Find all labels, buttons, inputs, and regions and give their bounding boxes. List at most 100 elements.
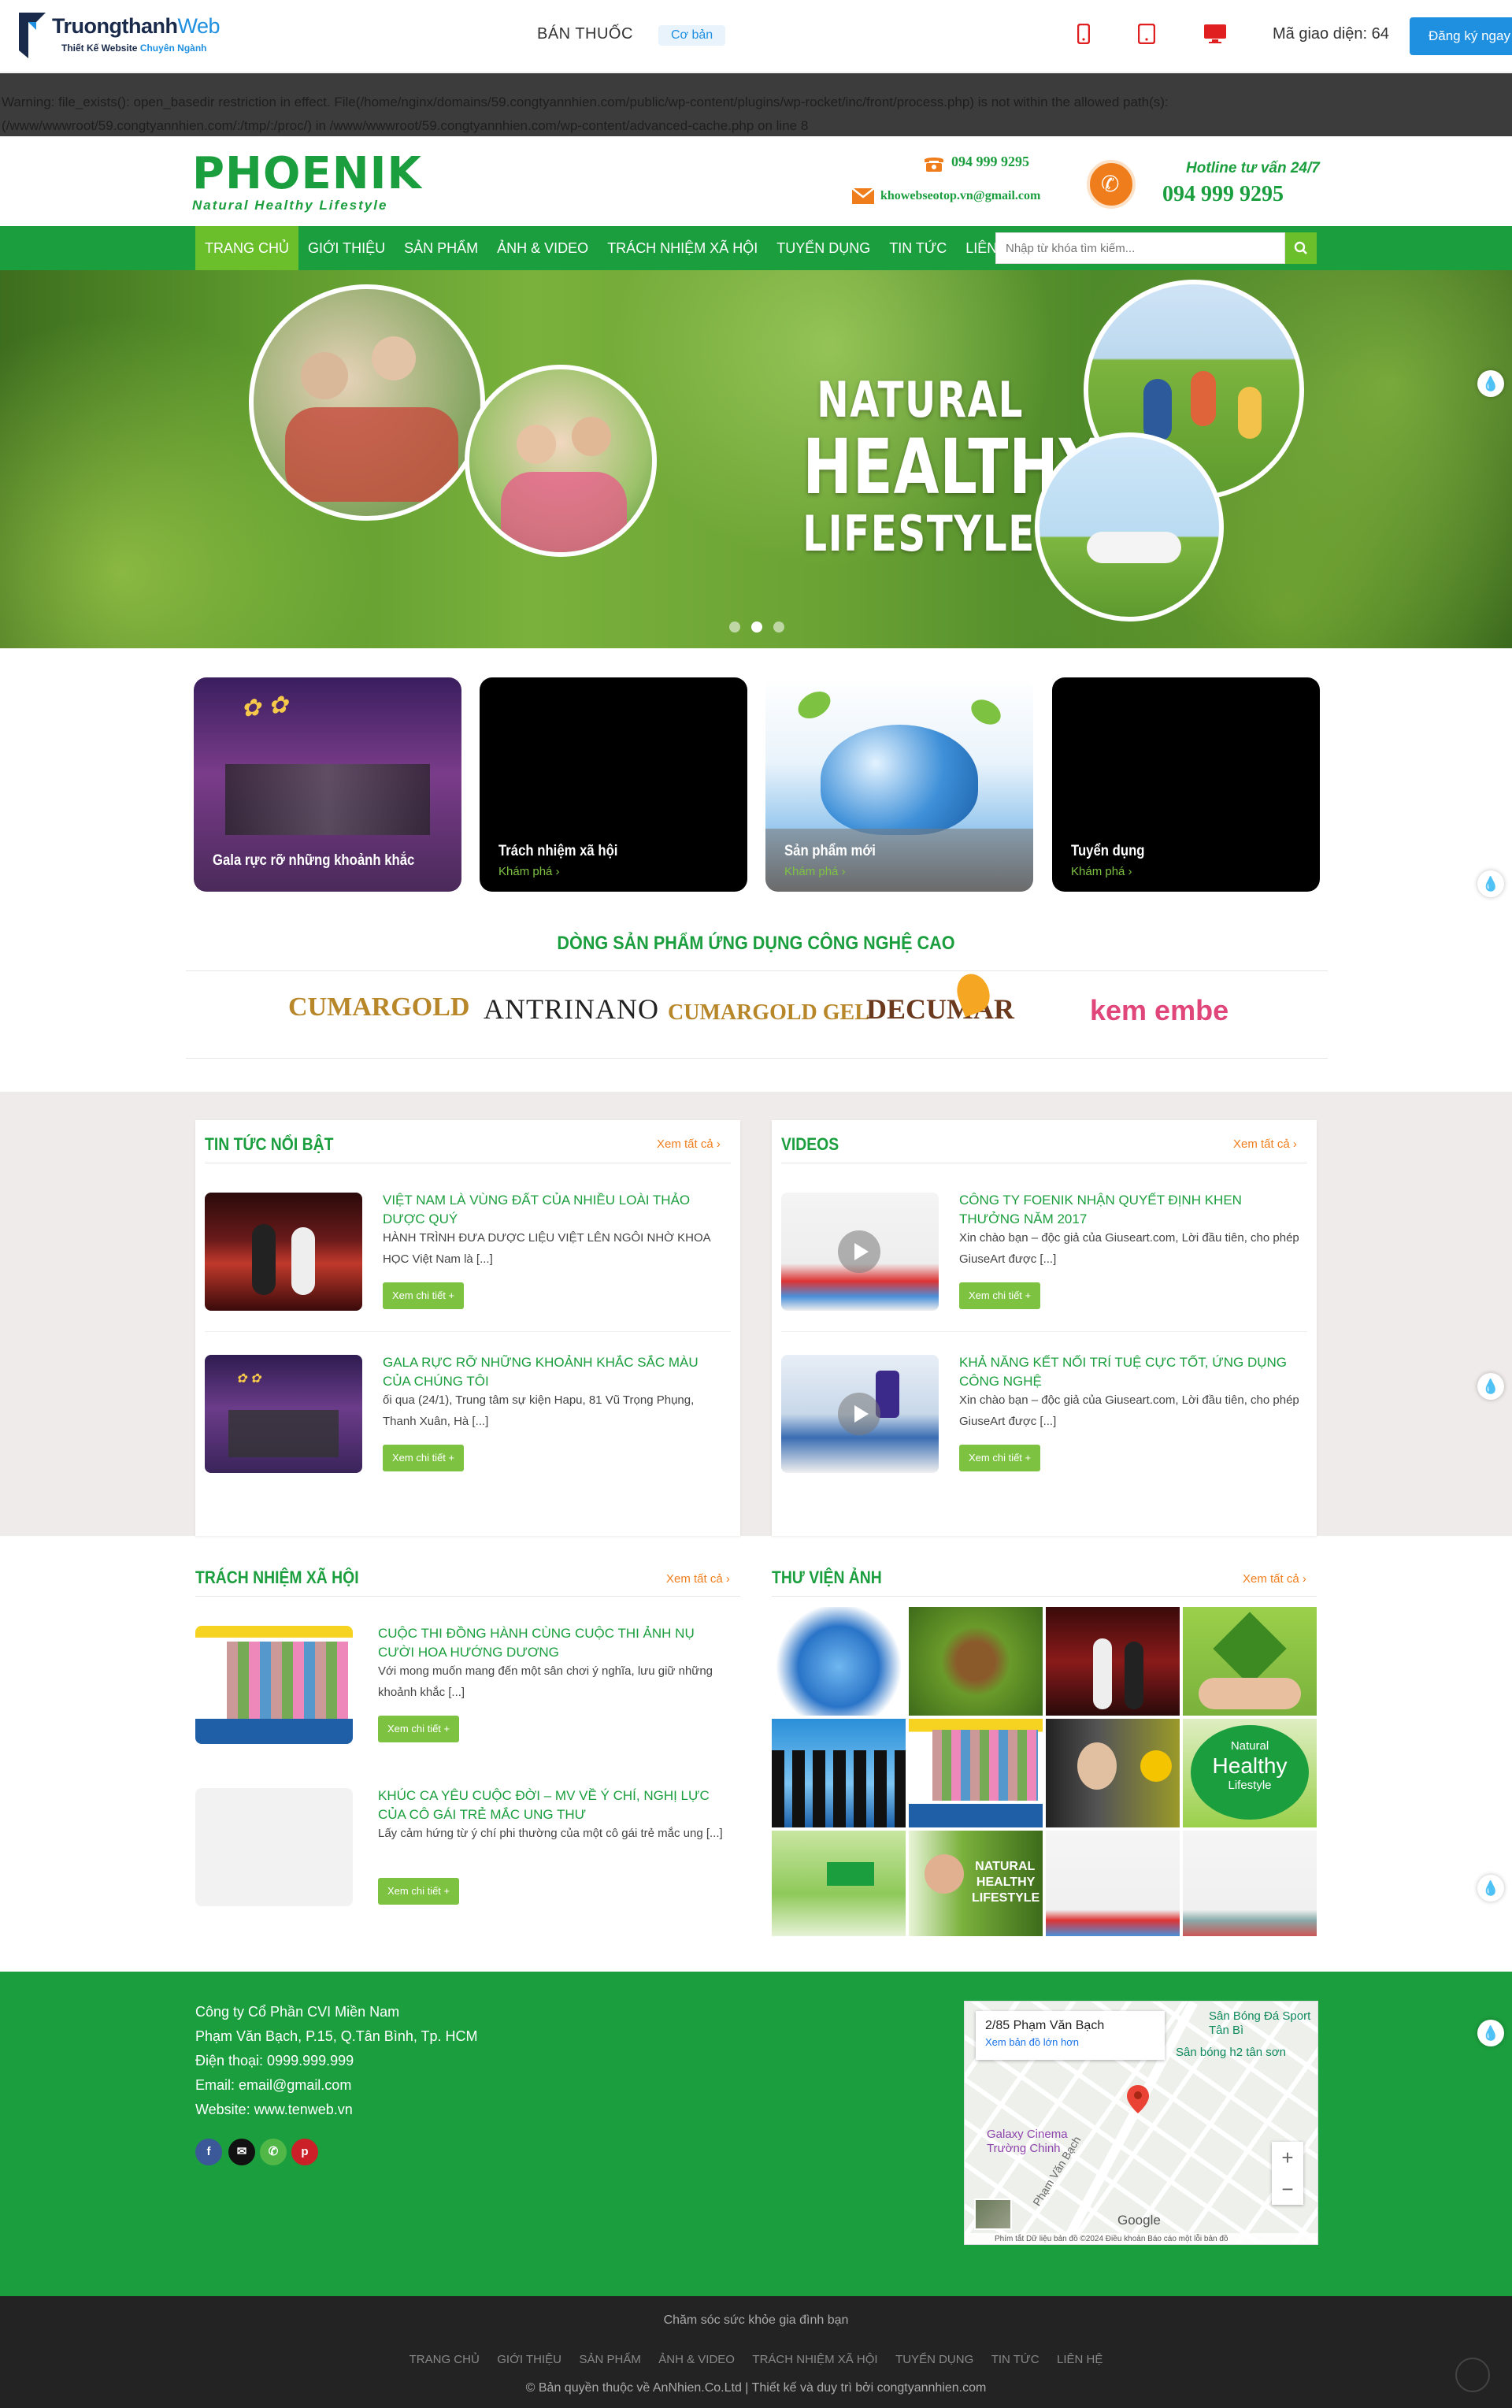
floating-chat-icon[interactable]: 💧 bbox=[1477, 2020, 1504, 2046]
mobile-view-icon[interactable] bbox=[1074, 23, 1093, 46]
map-zoom-in-icon[interactable]: + bbox=[1272, 2142, 1303, 2173]
map-satellite-thumb[interactable] bbox=[974, 2198, 1012, 2230]
floating-chat-icon[interactable]: 💧 bbox=[1477, 870, 1504, 897]
social-title: TRÁCH NHIỆM XÃ HỘI bbox=[195, 1568, 359, 1587]
theme-badge: Cơ bản bbox=[658, 25, 726, 46]
phone-icon[interactable]: ✆ bbox=[260, 2139, 287, 2165]
nav-item-products[interactable]: SẢN PHẨM bbox=[395, 226, 487, 270]
email-icon[interactable]: ✉ bbox=[228, 2139, 255, 2165]
play-icon bbox=[838, 1393, 880, 1435]
map-bigger-link[interactable]: Xem bản đồ lớn hơn bbox=[985, 2036, 1155, 2048]
nav-item-media[interactable]: ẢNH & VIDEO bbox=[487, 226, 598, 270]
hero-headline: NATURAL HEALTHY LIFESTYLE bbox=[802, 371, 1102, 562]
video-post: KHẢ NĂNG KẾT NỐI TRÍ TUỆ CỰC TỐT, ỨNG DỤ… bbox=[781, 1355, 1317, 1505]
social-see-all[interactable]: Xem tất cả › bbox=[666, 1572, 730, 1586]
brand-decumar[interactable]: DECUMAR bbox=[866, 993, 1014, 1040]
read-more-button[interactable]: Xem chi tiết + bbox=[378, 1716, 460, 1742]
gallery-image[interactable] bbox=[909, 1719, 1043, 1827]
nav-item-news[interactable]: TIN TỨC bbox=[880, 226, 956, 270]
brand-cumargold[interactable]: CUMARGOLD bbox=[288, 993, 469, 1040]
gallery-image[interactable] bbox=[772, 1607, 906, 1716]
brand-cumargold-gel[interactable]: CUMARGOLD GEL bbox=[668, 1000, 869, 1048]
read-more-button[interactable]: Xem chi tiết + bbox=[383, 1282, 465, 1309]
news-post-thumbnail[interactable]: ✿ ✿ bbox=[205, 1355, 362, 1473]
social-post: KHÚC CA YÊU CUỘC ĐỜI – MV VỀ Ý CHÍ, NGHỊ… bbox=[195, 1788, 731, 1938]
feature-card-gala[interactable]: ✿ ✿ Gala rực rỡ những khoảnh khắc bbox=[194, 677, 461, 892]
desktop-view-icon[interactable] bbox=[1203, 24, 1227, 46]
nav-item-home[interactable]: TRANG CHỦ bbox=[195, 226, 298, 270]
theme-name: BÁN THUỐC bbox=[537, 25, 633, 43]
theme-code: Mã giao diện: 64 bbox=[1273, 25, 1389, 43]
demo-topbar: TruongthanhWeb Thiết Kế Website Chuyên N… bbox=[0, 0, 1512, 72]
facebook-icon[interactable]: f bbox=[195, 2139, 222, 2165]
floating-chat-icon[interactable]: 💧 bbox=[1477, 1373, 1504, 1400]
footer-map[interactable]: 2/85 Phạm Văn Bạch Xem bản đồ lớn hơn Sâ… bbox=[964, 2001, 1318, 2245]
brand-antrinano[interactable]: ANTRINANO bbox=[484, 993, 659, 1040]
search-button[interactable] bbox=[1285, 232, 1317, 264]
floating-chat-icon[interactable]: 💧 bbox=[1477, 370, 1504, 397]
featured-news-see-all[interactable]: Xem tất cả › bbox=[657, 1137, 721, 1151]
hero-slider[interactable]: NATURAL HEALTHY LIFESTYLE bbox=[0, 270, 1512, 648]
feature-card-social[interactable]: Trách nhiệm xã hội Khám phá › bbox=[480, 677, 747, 892]
social-post-thumbnail[interactable] bbox=[195, 1626, 353, 1744]
gallery-image[interactable]: NATURAL HEALTHY LIFESTYLE bbox=[909, 1831, 1043, 1936]
gallery-image[interactable]: Natural Healthy Lifestyle bbox=[1183, 1719, 1317, 1827]
footer-menu-item[interactable]: TUYỂN DỤNG bbox=[895, 2353, 973, 2366]
feature-card-careers[interactable]: Tuyển dụng Khám phá › bbox=[1052, 677, 1320, 892]
slider-dot-1[interactable] bbox=[729, 621, 740, 633]
nav-item-about[interactable]: GIỚI THIỆU bbox=[298, 226, 395, 270]
video-thumbnail[interactable] bbox=[781, 1193, 939, 1311]
read-more-button[interactable]: Xem chi tiết + bbox=[378, 1878, 460, 1905]
hero-picnic-photo bbox=[1035, 432, 1224, 621]
social-post-thumbnail[interactable] bbox=[195, 1788, 353, 1906]
floating-chat-icon[interactable]: 💧 bbox=[1477, 1875, 1504, 1902]
tablet-view-icon[interactable] bbox=[1137, 23, 1156, 46]
copyright: © Bản quyền thuộc về AnNhien.Co.Ltd | Th… bbox=[525, 2381, 987, 2395]
footer-menu-item[interactable]: TIN TỨC bbox=[991, 2353, 1040, 2366]
truongthanh-logo[interactable]: TruongthanhWeb Thiết Kế Website Chuyên N… bbox=[17, 11, 230, 61]
footer-menu-item[interactable]: LIÊN HỆ bbox=[1057, 2353, 1102, 2366]
read-more-button[interactable]: Xem chi tiết + bbox=[959, 1445, 1041, 1471]
gallery-image[interactable] bbox=[772, 1831, 906, 1936]
register-button[interactable]: Đăng ký ngay bbox=[1410, 17, 1512, 55]
bottom-bar: Chăm sóc sức khỏe gia đình bạn TRANG CHỦ… bbox=[0, 2296, 1512, 2408]
news-post: VIỆT NAM LÀ VÙNG ĐẤT CỦA NHIỀU LOÀI THẢO… bbox=[205, 1193, 740, 1342]
slider-dot-2[interactable] bbox=[751, 621, 762, 633]
hotline-number[interactable]: 094 999 9295 bbox=[1162, 182, 1284, 207]
footer-menu-item[interactable]: SẢN PHẨM bbox=[579, 2353, 640, 2366]
videos-see-all[interactable]: Xem tất cả › bbox=[1233, 1137, 1297, 1151]
gallery-image[interactable] bbox=[1046, 1607, 1180, 1716]
gallery-image[interactable] bbox=[1183, 1607, 1317, 1716]
read-more-button[interactable]: Xem chi tiết + bbox=[959, 1282, 1041, 1309]
video-thumbnail[interactable] bbox=[781, 1355, 939, 1473]
slider-dot-3[interactable] bbox=[773, 621, 784, 633]
social-post: CUỘC THI ĐỒNG HÀNH CÙNG CUỘC THI ẢNH NỤ … bbox=[195, 1626, 731, 1775]
header-contact: 094 999 9295 khowebseotop.vn@gmail.com bbox=[850, 154, 1087, 220]
gallery-image[interactable] bbox=[772, 1719, 906, 1827]
nav-item-careers[interactable]: TUYỂN DỤNG bbox=[767, 226, 880, 270]
map-zoom-out-icon[interactable]: − bbox=[1272, 2173, 1303, 2205]
gallery-image[interactable] bbox=[1183, 1831, 1317, 1936]
news-post-thumbnail[interactable] bbox=[205, 1193, 362, 1311]
gallery-image[interactable] bbox=[1046, 1831, 1180, 1936]
back-to-top-button[interactable] bbox=[1455, 2358, 1490, 2392]
gallery-see-all[interactable]: Xem tất cả › bbox=[1243, 1572, 1306, 1586]
footer-menu-item[interactable]: GIỚI THIỆU bbox=[497, 2353, 561, 2366]
search-input[interactable] bbox=[996, 233, 1284, 263]
read-more-button[interactable]: Xem chi tiết + bbox=[383, 1445, 465, 1471]
pinterest-icon[interactable]: p bbox=[291, 2139, 318, 2165]
videos-box: VIDEOS Xem tất cả › CÔNG TY FOENIK NHẬN … bbox=[772, 1120, 1317, 1536]
footer-menu: TRANG CHỦ GIỚI THIỆU SẢN PHẨM ẢNH & VIDE… bbox=[0, 2353, 1512, 2367]
gallery-image[interactable] bbox=[1046, 1719, 1180, 1827]
hero-family-photo bbox=[249, 284, 485, 521]
brand-kem-embe[interactable]: kem embe bbox=[1090, 994, 1228, 1041]
footer-contact-info: Công ty Cổ Phần CVI Miền Nam Phạm Văn Bạ… bbox=[195, 2004, 478, 2117]
search-box bbox=[995, 232, 1285, 264]
gallery-image[interactable] bbox=[909, 1607, 1043, 1716]
footer-menu-item[interactable]: TRANG CHỦ bbox=[410, 2353, 480, 2366]
site-logo[interactable]: PHOENIK Natural Healthy Lifestyle bbox=[192, 152, 421, 215]
footer-menu-item[interactable]: ẢNH & VIDEO bbox=[658, 2353, 735, 2366]
feature-card-new-products[interactable]: Sản phẩm mới Khám phá › bbox=[765, 677, 1033, 892]
nav-item-social[interactable]: TRÁCH NHIỆM XÃ HỘI bbox=[598, 226, 767, 270]
footer-menu-item[interactable]: TRÁCH NHIỆM XÃ HỘI bbox=[752, 2353, 877, 2366]
